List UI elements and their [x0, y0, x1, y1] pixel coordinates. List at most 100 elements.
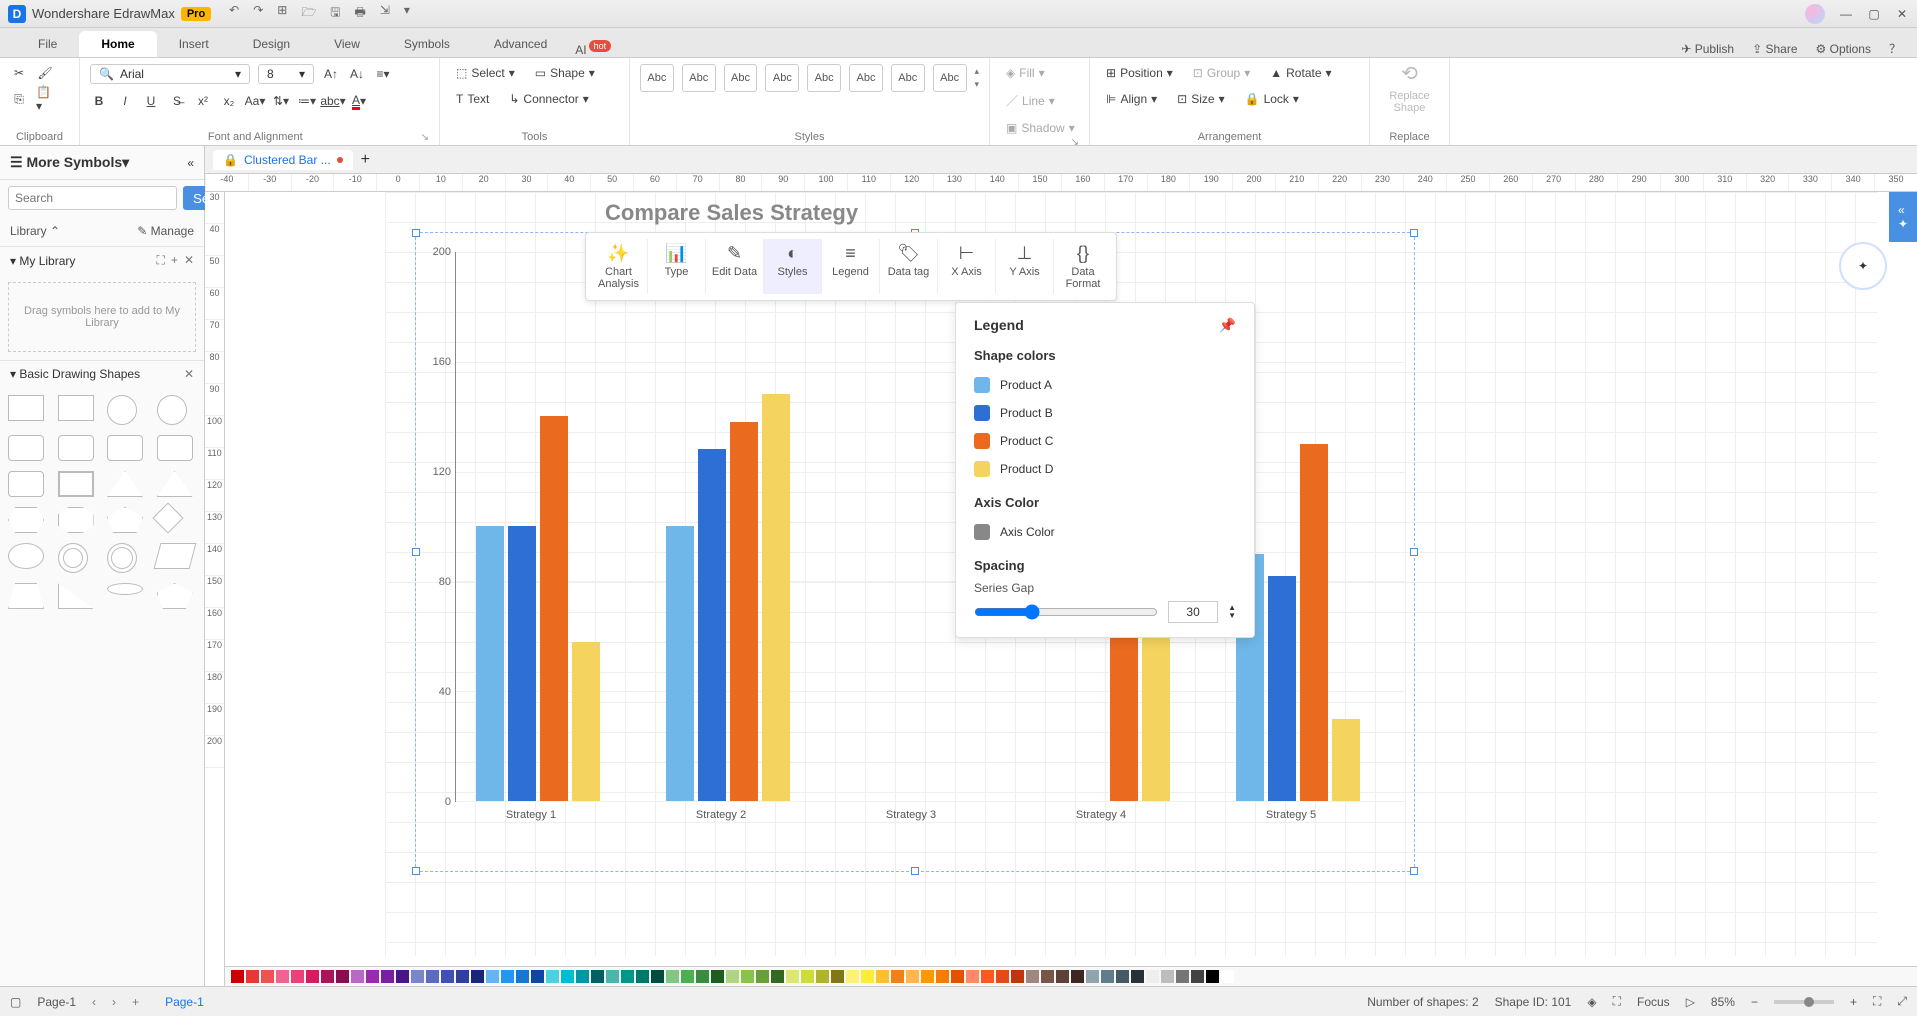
focus-icon[interactable]: ⛶: [1613, 994, 1621, 1009]
mylib-section[interactable]: ▾ My Library: [10, 254, 75, 268]
subscript-icon[interactable]: x₂: [220, 92, 238, 110]
basic-shapes-section[interactable]: ▾ Basic Drawing Shapes: [10, 367, 140, 381]
color-swatch-8[interactable]: [351, 970, 364, 983]
color-swatch-33[interactable]: [726, 970, 739, 983]
bar-1-2[interactable]: [730, 422, 758, 802]
color-swatch-62[interactable]: [1161, 970, 1174, 983]
shape-round-rect4[interactable]: [157, 435, 193, 461]
page-next-icon[interactable]: ›: [112, 995, 116, 1009]
legend-item-1[interactable]: Product B: [974, 399, 1236, 427]
line-spacing-icon[interactable]: ⇅▾: [272, 92, 290, 110]
color-swatch-12[interactable]: [411, 970, 424, 983]
color-swatch-37[interactable]: [786, 970, 799, 983]
style-preset-6[interactable]: Abc: [891, 64, 925, 92]
copy-icon[interactable]: ⎘: [10, 90, 28, 108]
zoom-in-icon[interactable]: +: [1850, 995, 1857, 1009]
chart-tool-data-format[interactable]: {}Data Format: [1054, 239, 1112, 294]
superscript-icon[interactable]: x²: [194, 92, 212, 110]
decrease-font-icon[interactable]: A↓: [348, 65, 366, 83]
color-swatch-22[interactable]: [561, 970, 574, 983]
color-swatch-6[interactable]: [321, 970, 334, 983]
color-swatch-63[interactable]: [1176, 970, 1189, 983]
legend-swatch-0[interactable]: [974, 377, 990, 393]
page-prev-icon[interactable]: ‹: [92, 995, 96, 1009]
shape-triangle[interactable]: [107, 471, 143, 497]
shape-tool[interactable]: ▭ Shape ▾: [529, 64, 601, 82]
color-swatch-7[interactable]: [336, 970, 349, 983]
document-tab[interactable]: 🔒 Clustered Bar ...: [213, 150, 353, 170]
color-swatch-4[interactable]: [291, 970, 304, 983]
compass-widget[interactable]: ✦: [1839, 242, 1887, 290]
shape-donut[interactable]: [58, 543, 88, 573]
highlight-icon[interactable]: abc▾: [324, 92, 342, 110]
mylib-add-icon[interactable]: +: [171, 253, 178, 268]
shape-circle[interactable]: [107, 395, 137, 425]
menu-tab-insert[interactable]: Insert: [157, 31, 231, 57]
bar-1-3[interactable]: [762, 394, 790, 801]
style-preset-1[interactable]: Abc: [682, 64, 716, 92]
align-button[interactable]: ⊫ Align▾: [1100, 90, 1163, 108]
bar-4-1[interactable]: [1268, 576, 1296, 802]
menu-tab-home[interactable]: Home: [79, 31, 156, 57]
publish-button[interactable]: ✈ Publish: [1681, 42, 1734, 56]
mylib-close-icon[interactable]: ✕: [184, 253, 194, 268]
color-swatch-21[interactable]: [546, 970, 559, 983]
page-tab[interactable]: Page-1: [165, 995, 204, 1009]
color-swatch-16[interactable]: [471, 970, 484, 983]
redo-icon[interactable]: ↷: [253, 3, 263, 24]
canvas[interactable]: 3040506070809010011012013014015016017018…: [205, 192, 1917, 986]
color-swatch-48[interactable]: [951, 970, 964, 983]
color-swatch-19[interactable]: [516, 970, 529, 983]
chart-tool-data-tag[interactable]: 🏷Data tag: [880, 239, 938, 294]
handle-mr[interactable]: [1410, 548, 1418, 556]
case-icon[interactable]: Aa▾: [246, 92, 264, 110]
shape-rect-wide[interactable]: [58, 395, 94, 421]
color-swatch-53[interactable]: [1026, 970, 1039, 983]
open-icon[interactable]: 🗁: [301, 3, 316, 24]
color-swatch-55[interactable]: [1056, 970, 1069, 983]
shape-octagon[interactable]: [58, 507, 94, 533]
style-preset-5[interactable]: Abc: [849, 64, 883, 92]
underline-icon[interactable]: U: [142, 92, 160, 110]
align-icon[interactable]: ≡▾: [374, 65, 392, 83]
legend-swatch-1[interactable]: [974, 405, 990, 421]
increase-font-icon[interactable]: A↑: [322, 65, 340, 83]
chart-tool-styles[interactable]: ◐Styles: [764, 239, 822, 294]
handle-bl[interactable]: [412, 867, 420, 875]
color-swatch-28[interactable]: [651, 970, 664, 983]
library-link[interactable]: Library ⌃: [10, 224, 60, 238]
color-swatch-11[interactable]: [396, 970, 409, 983]
color-swatch-51[interactable]: [996, 970, 1009, 983]
color-swatch-35[interactable]: [756, 970, 769, 983]
chart-tool-edit-data[interactable]: ✎Edit Data: [706, 239, 764, 294]
shape-circle2[interactable]: [157, 395, 187, 425]
handle-tr[interactable]: [1410, 229, 1418, 237]
more-symbols-title[interactable]: ☰ More Symbols▾: [10, 154, 129, 171]
page-add-icon[interactable]: +: [132, 995, 139, 1009]
lock-button[interactable]: 🔒 Lock▾: [1239, 90, 1305, 108]
color-swatch-0[interactable]: [231, 970, 244, 983]
new-tab-icon[interactable]: +: [361, 151, 370, 169]
bar-0-2[interactable]: [540, 416, 568, 801]
bar-0-3[interactable]: [572, 642, 600, 802]
color-swatch-61[interactable]: [1146, 970, 1159, 983]
style-preset-4[interactable]: Abc: [807, 64, 841, 92]
bullets-icon[interactable]: ≔▾: [298, 92, 316, 110]
legend-item-3[interactable]: Product D: [974, 455, 1236, 483]
chart-tool-chart-analysis[interactable]: ✨Chart Analysis: [590, 239, 648, 294]
menu-tab-view[interactable]: View: [312, 31, 382, 57]
shape-hexagon[interactable]: [8, 507, 44, 533]
shape-round-rect3[interactable]: [107, 435, 143, 461]
color-swatch-24[interactable]: [591, 970, 604, 983]
pin-icon[interactable]: 📌: [1219, 317, 1236, 334]
zoom-out-icon[interactable]: −: [1751, 995, 1758, 1009]
font-size-select[interactable]: 8▾: [258, 64, 314, 84]
new-icon[interactable]: ⊞: [277, 3, 287, 24]
zoom-slider[interactable]: [1774, 1000, 1834, 1004]
shape-trapezoid[interactable]: [8, 583, 44, 609]
replace-shape-icon[interactable]: ⟲: [1401, 64, 1419, 82]
color-swatch-27[interactable]: [636, 970, 649, 983]
text-tool[interactable]: T Text: [450, 90, 495, 108]
play-icon[interactable]: ▷: [1686, 995, 1695, 1009]
position-button[interactable]: ⊞ Position▾: [1100, 64, 1179, 82]
